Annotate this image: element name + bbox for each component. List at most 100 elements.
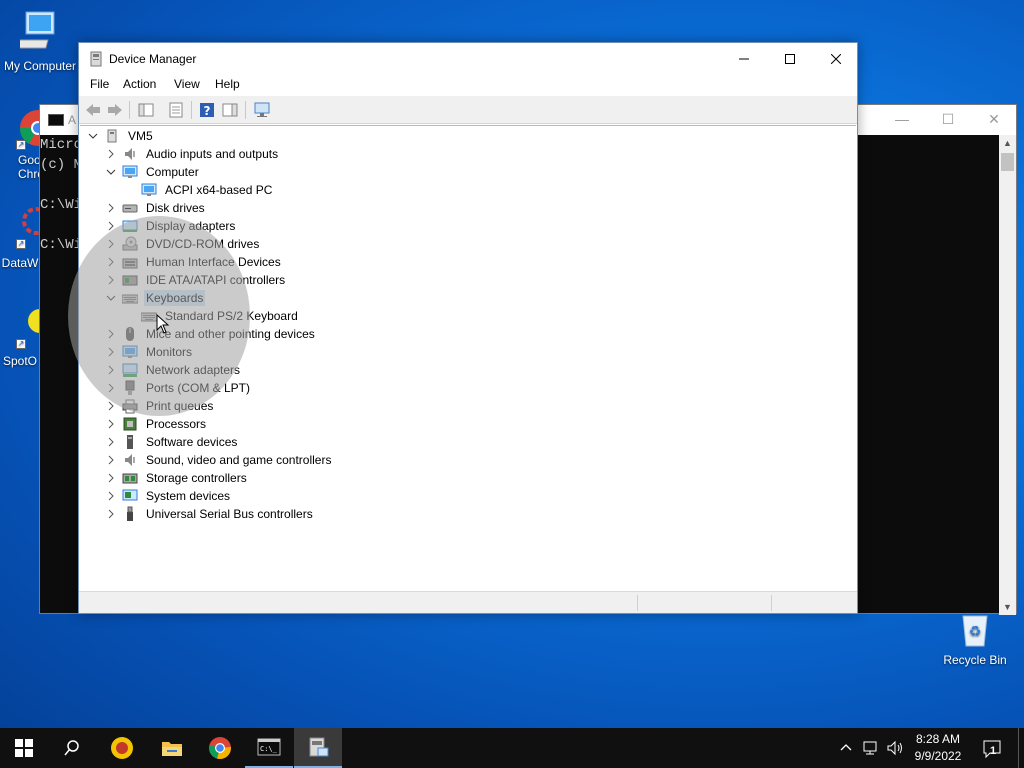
show-desktop-button[interactable] xyxy=(1018,728,1024,768)
desktop-icon-my-computer[interactable]: My Computer xyxy=(0,10,80,73)
taskbar-command-prompt[interactable]: C:\_ xyxy=(245,728,293,768)
menu-action[interactable]: Action xyxy=(123,77,156,91)
tree-category-mice-and-other-pointing-devices[interactable]: Mice and other pointing devices xyxy=(104,325,317,343)
menu-view[interactable]: View xyxy=(174,77,200,91)
start-button[interactable] xyxy=(0,728,48,768)
scrollbar-thumb[interactable] xyxy=(1001,153,1014,171)
tree-category-display-adapters[interactable]: Display adapters xyxy=(104,217,237,235)
chevron-up-icon[interactable] xyxy=(840,742,852,754)
tree-category-software-devices[interactable]: Software devices xyxy=(104,433,239,451)
desktop-icon-label: My Computer xyxy=(3,59,77,73)
tree-category-audio-inputs-and-outputs[interactable]: Audio inputs and outputs xyxy=(104,145,280,163)
desktop-icon-label: Recycle Bin xyxy=(943,653,1007,667)
tree-device-standard-ps-2-keyboard[interactable]: Standard PS/2 Keyboard xyxy=(123,307,300,325)
tree-item-label: Standard PS/2 Keyboard xyxy=(165,309,298,323)
chevron-down-icon[interactable] xyxy=(104,163,118,181)
toolbar-separator xyxy=(129,101,130,119)
tree-category-computer[interactable]: Computer xyxy=(104,163,201,181)
tree-category-network-adapters[interactable]: Network adapters xyxy=(104,361,242,379)
chevron-right-icon[interactable] xyxy=(104,415,118,433)
close-button[interactable] xyxy=(813,43,859,74)
tree-device-acpi-x64-based-pc[interactable]: ACPI x64-based PC xyxy=(123,181,274,199)
tree-item-label: Processors xyxy=(146,417,207,431)
tree-root[interactable]: VM5 xyxy=(86,127,155,145)
tree-category-ports-com-lpt[interactable]: Ports (COM & LPT) xyxy=(104,379,252,397)
chevron-right-icon[interactable] xyxy=(104,253,118,271)
properties-icon[interactable] xyxy=(167,101,185,119)
scroll-down-icon[interactable]: ▼ xyxy=(999,599,1016,615)
scan-hardware-icon[interactable] xyxy=(253,101,271,119)
minimize-button[interactable] xyxy=(721,43,767,74)
device-tree[interactable]: VM5 Audio inputs and outputs Computer ACPI… xyxy=(80,125,856,591)
tree-category-sound-video-and-game-controllers[interactable]: Sound, video and game controllers xyxy=(104,451,333,469)
menu-help[interactable]: Help xyxy=(215,77,240,91)
notification-center-button[interactable]: 1 xyxy=(980,738,1004,760)
status-divider xyxy=(637,595,638,611)
menu-file[interactable]: File xyxy=(90,77,109,91)
taskbar-file-explorer[interactable] xyxy=(148,728,196,768)
desktop-icon-datawrangler[interactable]: ↗ DataW xyxy=(0,205,40,270)
chevron-right-icon[interactable] xyxy=(104,469,118,487)
clock[interactable]: 8:28 AM 9/9/2022 xyxy=(908,731,968,765)
tree-category-monitors[interactable]: Monitors xyxy=(104,343,194,361)
device-manager-titlebar[interactable]: Device Manager xyxy=(79,43,857,74)
tree-category-keyboards[interactable]: Keyboards xyxy=(104,289,206,307)
taskbar-device-manager[interactable] xyxy=(294,728,342,768)
maximize-icon[interactable]: ☐ xyxy=(938,111,958,129)
monitor-icon xyxy=(122,345,138,358)
tree-category-universal-serial-bus-controllers[interactable]: Universal Serial Bus controllers xyxy=(104,505,315,523)
help-icon[interactable]: ? xyxy=(198,101,216,119)
taskbar-chrome[interactable] xyxy=(196,728,244,768)
device-manager-icon xyxy=(309,737,329,757)
chevron-right-icon[interactable] xyxy=(104,487,118,505)
device-manager-window[interactable]: Device Manager File Action View Help ? V… xyxy=(78,42,858,614)
tree-category-ide-ata-atapi-controllers[interactable]: IDE ATA/ATAPI controllers xyxy=(104,271,287,289)
windows-logo-icon xyxy=(15,739,33,757)
desktop-icon-google-chrome[interactable]: ↗ Goo Chro xyxy=(0,108,40,181)
search-button[interactable] xyxy=(48,728,96,768)
svg-text:♻: ♻ xyxy=(969,624,982,640)
desktop-icon-recycle-bin[interactable]: ♻ Recycle Bin xyxy=(935,612,1015,667)
scroll-up-icon[interactable]: ▲ xyxy=(999,135,1016,151)
chevron-right-icon[interactable] xyxy=(104,235,118,253)
chevron-right-icon[interactable] xyxy=(104,379,118,397)
maximize-button[interactable] xyxy=(767,43,813,74)
tree-category-disk-drives[interactable]: Disk drives xyxy=(104,199,207,217)
chevron-down-icon[interactable] xyxy=(86,127,100,145)
chevron-right-icon[interactable] xyxy=(104,199,118,217)
desktop-icon-spotify[interactable]: ↗ SpotO xyxy=(0,305,40,368)
minimize-icon[interactable]: — xyxy=(892,111,912,129)
chevron-right-icon[interactable] xyxy=(104,397,118,415)
tree-category-human-interface-devices[interactable]: Human Interface Devices xyxy=(104,253,283,271)
tree-category-processors[interactable]: Processors xyxy=(104,415,208,433)
tree-category-storage-controllers[interactable]: Storage controllers xyxy=(104,469,249,487)
tree-category-print-queues[interactable]: Print queues xyxy=(104,397,215,415)
tree-category-system-devices[interactable]: System devices xyxy=(104,487,232,505)
forward-arrow-icon[interactable] xyxy=(106,101,124,119)
tree-item-label: Display adapters xyxy=(146,219,236,233)
chevron-down-icon[interactable] xyxy=(104,289,118,307)
chevron-right-icon[interactable] xyxy=(104,343,118,361)
action-pane-icon[interactable] xyxy=(221,101,239,119)
chevron-right-icon[interactable] xyxy=(104,505,118,523)
console-scrollbar[interactable]: ▲ ▼ xyxy=(999,135,1016,615)
tree-category-dvd-cd-rom-drives[interactable]: DVD/CD-ROM drives xyxy=(104,235,261,253)
software-device-icon xyxy=(127,435,133,449)
volume-icon[interactable] xyxy=(886,740,904,756)
chevron-right-icon[interactable] xyxy=(104,325,118,343)
chevron-right-icon[interactable] xyxy=(104,217,118,235)
close-icon[interactable]: ✕ xyxy=(984,111,1004,129)
chevron-right-icon[interactable] xyxy=(104,145,118,163)
chevron-right-icon[interactable] xyxy=(104,451,118,469)
record-icon xyxy=(111,737,133,759)
storage-icon xyxy=(122,473,138,484)
show-hide-console-tree-icon[interactable] xyxy=(137,101,155,119)
taskbar-recorder-app[interactable] xyxy=(98,728,146,768)
back-arrow-icon[interactable] xyxy=(84,101,102,119)
chevron-right-icon[interactable] xyxy=(104,271,118,289)
chevron-right-icon[interactable] xyxy=(104,361,118,379)
chevron-right-icon[interactable] xyxy=(104,433,118,451)
desktop-icon-label: Goo Chro xyxy=(18,153,40,181)
network-icon[interactable] xyxy=(862,740,880,756)
ide-icon xyxy=(122,275,138,286)
